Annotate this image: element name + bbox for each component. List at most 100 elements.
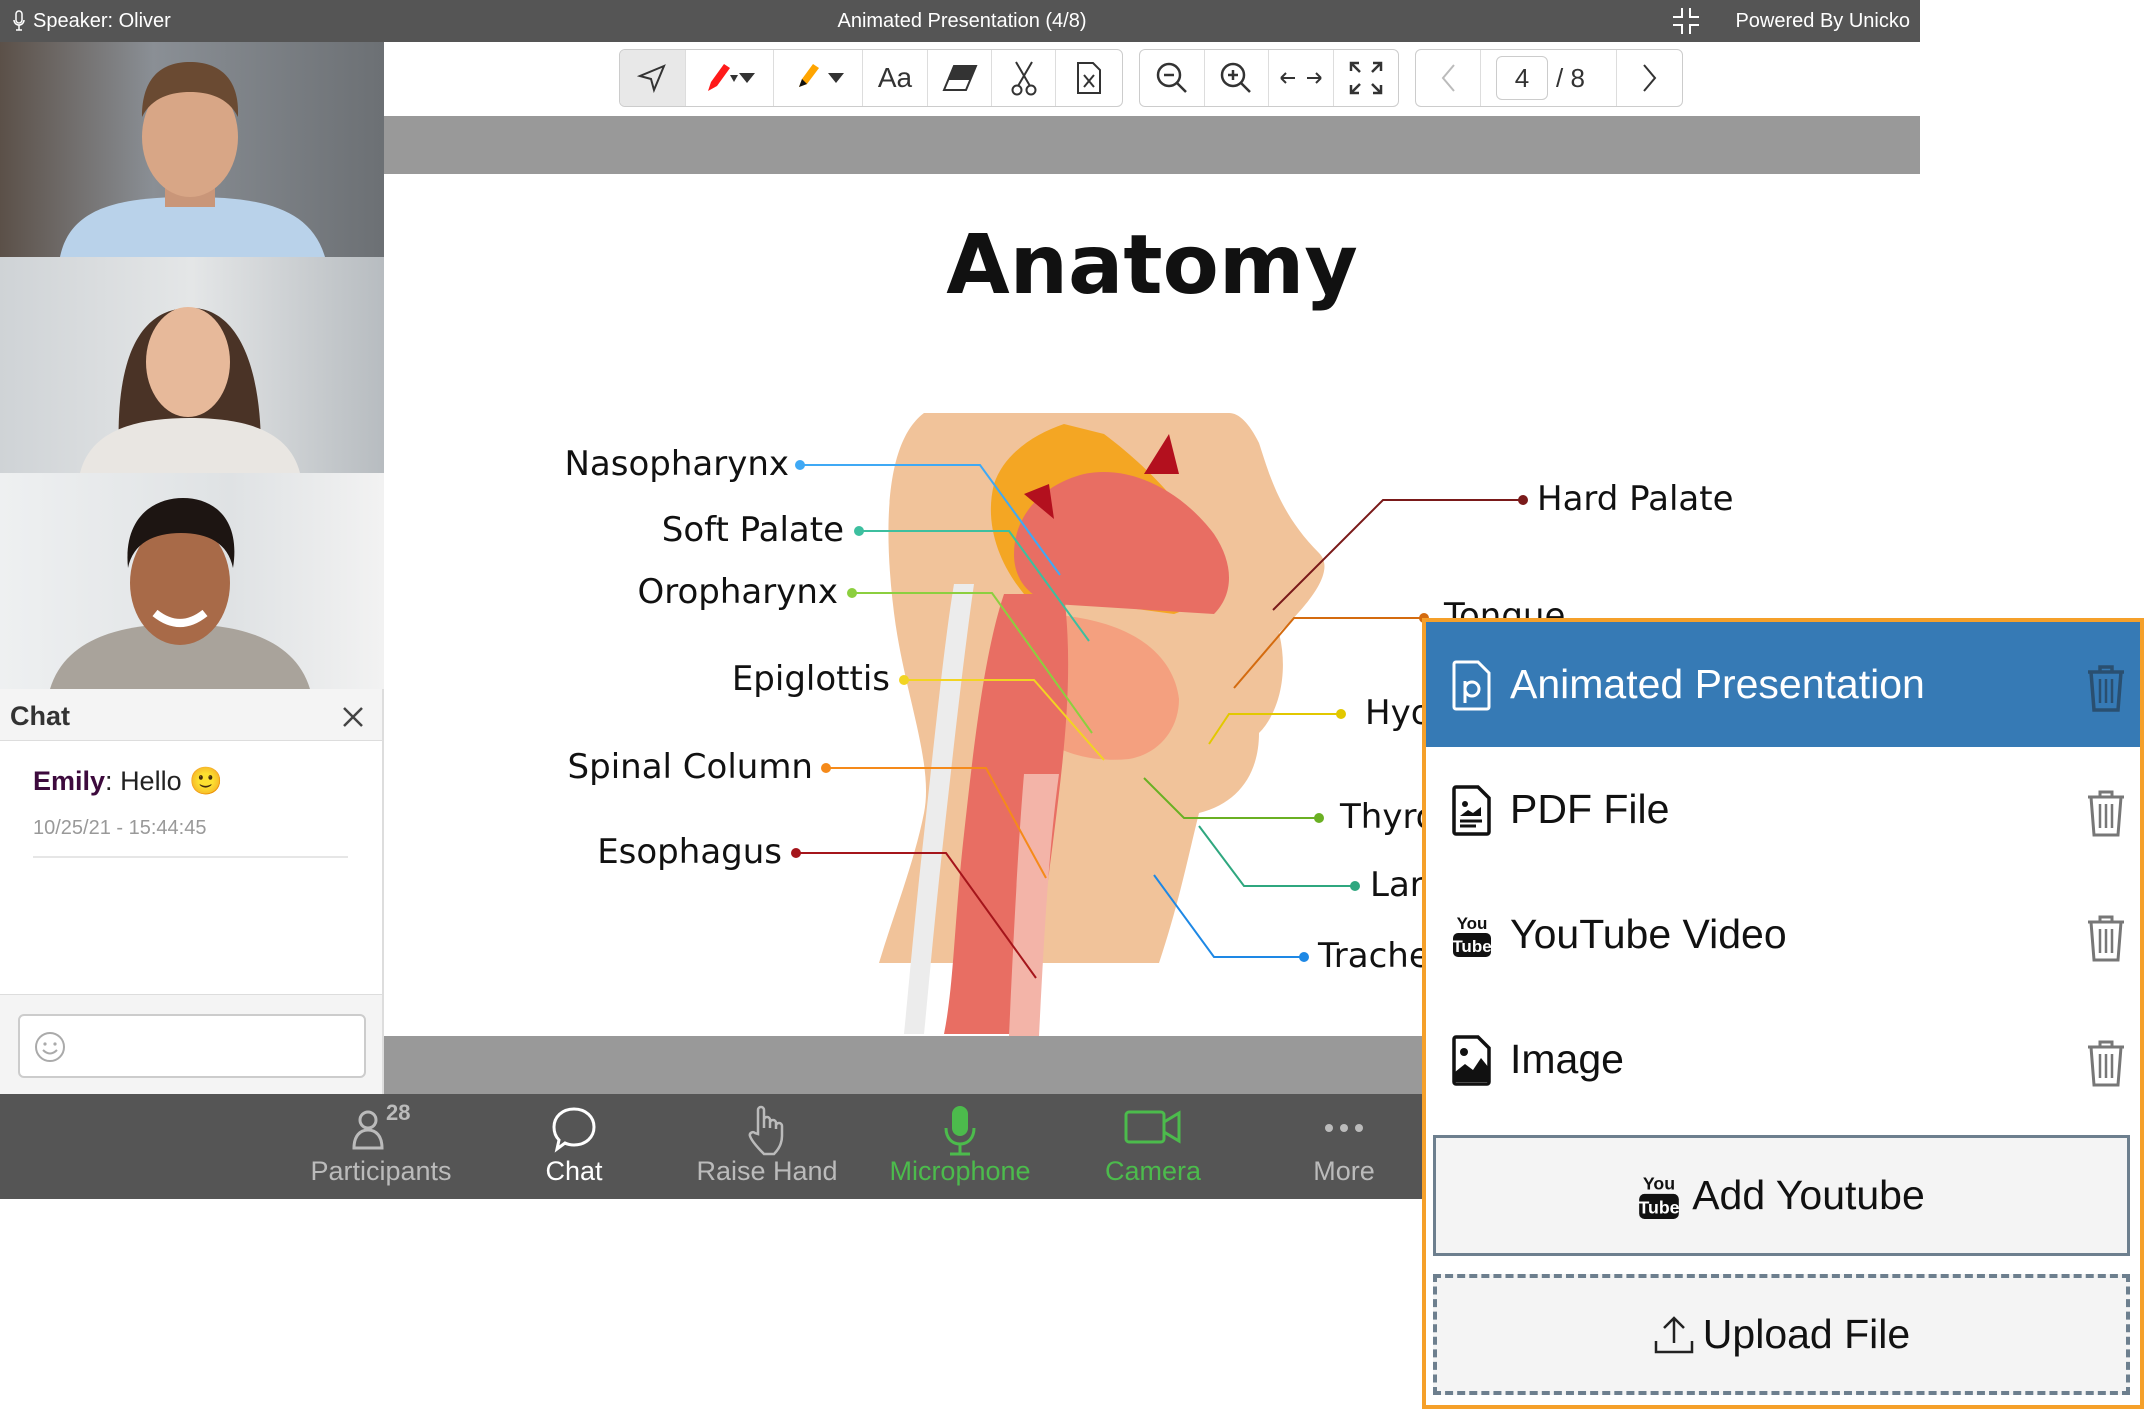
more-dots-icon (1325, 1124, 1363, 1132)
video-tile-3[interactable] (0, 473, 384, 689)
svg-text:Tube: Tube (1639, 1197, 1680, 1217)
participant-video (50, 498, 310, 689)
chevron-left-icon (1441, 64, 1455, 92)
shared-content-panel: Animated Presentation PDF File You Tube Y… (1422, 618, 2144, 1409)
camera-button[interactable]: Camera (1058, 1094, 1248, 1199)
highlighter-tool-button[interactable] (774, 50, 863, 106)
view-tools-group (1139, 49, 1399, 107)
label-esophagus: Esophagus (597, 832, 782, 872)
pen-dropdown-icon[interactable] (738, 72, 756, 84)
more-button[interactable]: More (1249, 1094, 1439, 1199)
previous-page-button[interactable] (1416, 50, 1481, 106)
highlighter-icon (798, 64, 819, 87)
video-tile-speaker[interactable] (0, 42, 384, 257)
select-tool-button[interactable] (620, 50, 686, 106)
chat-button[interactable]: Chat (479, 1094, 669, 1199)
message-divider (33, 856, 348, 858)
message-text: Hello (120, 766, 182, 796)
label-spinal-column: Spinal Column (567, 747, 813, 787)
fullscreen-button[interactable] (1334, 50, 1399, 106)
message-timestamp: 10/25/21 - 15:44:45 (33, 817, 207, 839)
chat-messages: Emily: Hello 🙂 10/25/21 - 15:44:45 (0, 741, 384, 994)
trash-icon[interactable] (2086, 664, 2126, 712)
fullscreen-icon (1349, 61, 1382, 95)
highlighter-dropdown-icon[interactable] (827, 72, 845, 84)
participant-video (80, 307, 300, 473)
image-file-icon (1452, 1034, 1491, 1086)
slide-margin-top (384, 116, 1920, 174)
more-label: More (1313, 1156, 1375, 1186)
cut-tool-button[interactable] (992, 50, 1057, 106)
chat-input-area (0, 994, 384, 1094)
chat-message: Emily: Hello 🙂 (33, 765, 223, 797)
label-nasopharynx: Nasopharynx (564, 444, 789, 484)
chat-title: Chat (10, 701, 70, 731)
upload-icon (1654, 1315, 1694, 1353)
message-separator: : (105, 766, 121, 796)
fit-width-button[interactable] (1269, 50, 1334, 106)
trash-icon[interactable] (2086, 789, 2126, 837)
raise-hand-label: Raise Hand (696, 1156, 838, 1186)
chat-input[interactable] (18, 1014, 366, 1078)
upload-file-label: Upload File (1702, 1311, 1911, 1357)
camera-icon (1124, 1110, 1181, 1144)
content-item-label: PDF File (1510, 786, 1670, 832)
clear-page-button[interactable] (1056, 50, 1122, 106)
video-tile-2[interactable] (0, 257, 384, 473)
pdf-file-icon (1452, 784, 1491, 836)
clear-file-icon (1077, 62, 1102, 94)
label-soft-palate: Soft Palate (661, 510, 844, 550)
raise-hand-button[interactable]: Raise Hand (672, 1094, 862, 1199)
zoom-in-button[interactable] (1205, 50, 1269, 106)
trash-icon[interactable] (2086, 1039, 2126, 1087)
youtube-icon: You Tube (1452, 914, 1492, 957)
close-icon[interactable] (341, 705, 365, 729)
participants-button[interactable]: 28 Participants (286, 1094, 476, 1199)
page-navigation: 4 / 8 (1415, 49, 1683, 107)
presentation-title: Animated Presentation (4/8) (837, 10, 1087, 32)
participants-label: Participants (310, 1156, 452, 1186)
content-item-pdf[interactable]: PDF File (1426, 747, 2140, 872)
content-item-label: YouTube Video (1510, 911, 1787, 957)
pointer-arrow-icon (637, 64, 667, 93)
participants-icon: 28 (352, 1104, 410, 1150)
add-youtube-button[interactable]: You Tube Add Youtube (1433, 1135, 2130, 1256)
message-author: Emily (33, 766, 106, 796)
content-item-animated-presentation[interactable]: Animated Presentation (1426, 622, 2140, 747)
powered-by: Powered By Unicko (1735, 10, 1910, 32)
chat-bubble-icon (552, 1107, 596, 1153)
text-tool-button[interactable]: Aa (863, 50, 929, 106)
zoom-in-icon (1221, 62, 1252, 93)
label-oropharynx: Oropharynx (637, 572, 838, 612)
svg-text:Tube: Tube (1452, 937, 1491, 956)
svg-text:You: You (1643, 1173, 1675, 1193)
pen-tool-button[interactable] (686, 50, 774, 106)
svg-text:You: You (1457, 914, 1488, 933)
participants-count: 28 (386, 1104, 410, 1125)
zoom-out-button[interactable] (1140, 50, 1205, 106)
annotation-toolbar: Aa 4 / 8 (384, 42, 1920, 116)
eraser-tool-button[interactable] (928, 50, 993, 106)
microphone-button[interactable]: Microphone (865, 1094, 1055, 1199)
microphone-label: Microphone (889, 1156, 1031, 1186)
participant-video (60, 62, 325, 257)
add-youtube-label: Add Youtube (1692, 1172, 1925, 1218)
label-epiglottis: Epiglottis (731, 659, 890, 699)
content-item-image[interactable]: Image (1426, 997, 2140, 1122)
pen-icon (708, 64, 739, 91)
youtube-icon: You Tube (1639, 1173, 1680, 1219)
page-total: / 8 (1556, 62, 1585, 93)
upload-file-button[interactable]: Upload File (1433, 1274, 2130, 1395)
next-page-button[interactable] (1617, 50, 1682, 106)
top-bar: Speaker: Oliver Animated Presentation (4… (0, 0, 1920, 42)
collapse-icon[interactable] (1671, 6, 1701, 36)
chat-label: Chat (545, 1156, 603, 1186)
chat-text-field[interactable] (76, 1024, 356, 1068)
emoji-picker-icon[interactable] (34, 1031, 66, 1063)
scissors-icon (1011, 61, 1037, 96)
page-number-input[interactable]: 4 (1496, 56, 1548, 100)
chevron-right-icon (1642, 64, 1656, 92)
trash-icon[interactable] (2086, 914, 2126, 962)
smiley-emoji: 🙂 (189, 766, 223, 796)
content-item-youtube[interactable]: You Tube YouTube Video (1426, 872, 2140, 997)
